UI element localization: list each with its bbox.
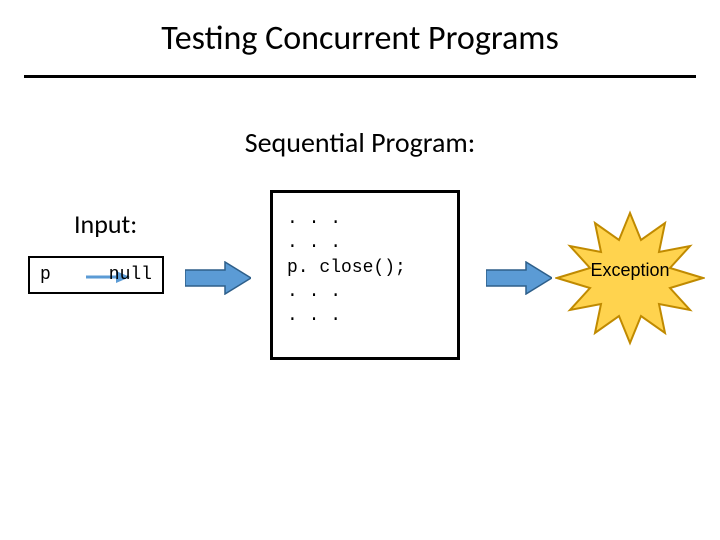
arrow-icon	[185, 261, 251, 295]
code-line: . . .	[287, 209, 341, 229]
input-heading: Input:	[74, 208, 137, 240]
slide-title: Testing Concurrent Programs	[0, 18, 720, 59]
exception-label: Exception	[555, 260, 705, 281]
code-line: . . .	[287, 282, 341, 302]
section-subhead: Sequential Program:	[0, 125, 720, 160]
input-value: null	[109, 260, 152, 290]
code-box: . . . . . . p. close(); . . . . . .	[270, 190, 460, 360]
arrow-icon	[486, 261, 552, 295]
code-line: . . .	[287, 233, 341, 253]
input-var: p	[40, 260, 51, 290]
title-underline	[24, 75, 696, 78]
code-line: p. close();	[287, 258, 406, 278]
input-box: p null	[28, 256, 164, 294]
slide: Testing Concurrent Programs Sequential P…	[0, 0, 720, 540]
code-line: . . .	[287, 306, 341, 326]
